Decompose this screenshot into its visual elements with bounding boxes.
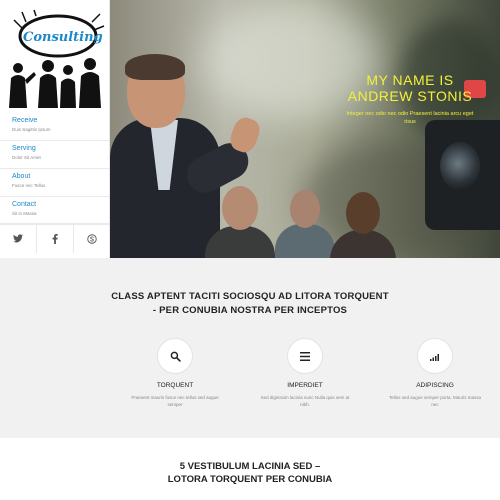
twitter-icon	[13, 234, 23, 243]
feature-text: Praesent mauris fusce nec tellus sed aug…	[131, 395, 219, 407]
twitter-button[interactable]	[0, 224, 37, 253]
feature-icon-circle[interactable]	[157, 338, 193, 374]
nav-item-serving[interactable]: Serving Dolor Sit Amet	[0, 141, 110, 169]
audience-member-head	[222, 186, 258, 230]
camera-lens	[440, 142, 480, 190]
feature-text: Tellus sed augue semper porta. Mauris ma…	[388, 395, 482, 407]
consulting-logo[interactable]: Consulting	[6, 8, 106, 108]
search-icon	[170, 351, 181, 362]
hero-title-line1: MY NAME IS	[366, 72, 454, 88]
feature-title: IMPERDIET	[287, 382, 323, 389]
hero-title-line2: ANDREW STONIS	[347, 88, 473, 104]
bottom-title-line2: LOTORA TORQUENT PER CONUBIA	[167, 474, 333, 485]
skype-icon	[87, 233, 97, 244]
menu-icon	[300, 351, 310, 361]
nav-item-label: Serving	[12, 145, 36, 152]
main-nav: Receive Duis Sagittis Ipsum Serving Dolo…	[0, 113, 110, 225]
feature-title: TORQUENT	[156, 382, 194, 389]
audience-member-head	[346, 192, 380, 234]
nav-item-sublabel: Sit in Massa	[12, 211, 37, 216]
audience-member-head	[290, 190, 320, 228]
bottom-section: 5 VESTIBULUM LACINIA SED – LOTORA TORQUE…	[0, 438, 500, 500]
hero-text: MY NAME IS ANDREW STONIS Integer nec odi…	[340, 72, 480, 126]
feature-torquent: TORQUENT Praesent mauris fusce nec tellu…	[120, 338, 230, 408]
signal-icon	[429, 353, 439, 361]
sidebar: Consulting Receive Duis Sagittis Ipsum S…	[0, 0, 110, 258]
bottom-title-line1: 5 VESTIBULUM LACINIA SED –	[179, 461, 321, 472]
nav-item-label: Contact	[12, 201, 37, 208]
intro-title: CLASS APTENT TACITI SOCIOSQU AD LITORA T…	[111, 291, 389, 316]
feature-text: Sed dignissim lacinia nunc Nulla quis se…	[260, 395, 350, 407]
feature-imperdiet: IMPERDIET Sed dignissim lacinia nunc Nul…	[250, 338, 360, 408]
nav-item-sublabel: Dolor Sit Amet	[12, 155, 41, 160]
speaker-hair	[125, 54, 185, 80]
nav-item-label: Receive	[12, 117, 38, 124]
feature-icon-circle[interactable]	[417, 338, 453, 374]
logo-text: Consulting	[23, 30, 103, 45]
nav-item-sublabel: Duis Sagittis Ipsum	[12, 127, 51, 132]
nav-item-contact[interactable]: Contact Sit in Massa	[0, 197, 110, 225]
facebook-icon	[52, 233, 58, 244]
feature-title: ADIPISCING	[416, 382, 454, 389]
bottom-title: 5 VESTIBULUM LACINIA SED – LOTORA TORQUE…	[150, 460, 350, 486]
facebook-button[interactable]	[37, 224, 74, 253]
feature-adipiscing: ADIPISCING Tellus sed augue semper porta…	[380, 338, 490, 408]
skype-button[interactable]	[74, 224, 110, 253]
nav-item-sublabel: Fusce nec Tellus	[12, 183, 46, 188]
feature-icon-circle[interactable]	[287, 338, 323, 374]
intro-section: CLASS APTENT TACITI SOCIOSQU AD LITORA T…	[0, 258, 500, 438]
hero-title: MY NAME IS ANDREW STONIS	[340, 72, 480, 104]
hero-subtitle: Integer nec odio nec odio Praesent lacin…	[346, 111, 474, 125]
social-links	[0, 223, 110, 253]
logo-graphic	[9, 9, 105, 108]
nav-item-about[interactable]: About Fusce nec Tellus	[0, 169, 110, 197]
nav-item-label: About	[12, 173, 31, 180]
nav-item-receive[interactable]: Receive Duis Sagittis Ipsum	[0, 113, 110, 141]
